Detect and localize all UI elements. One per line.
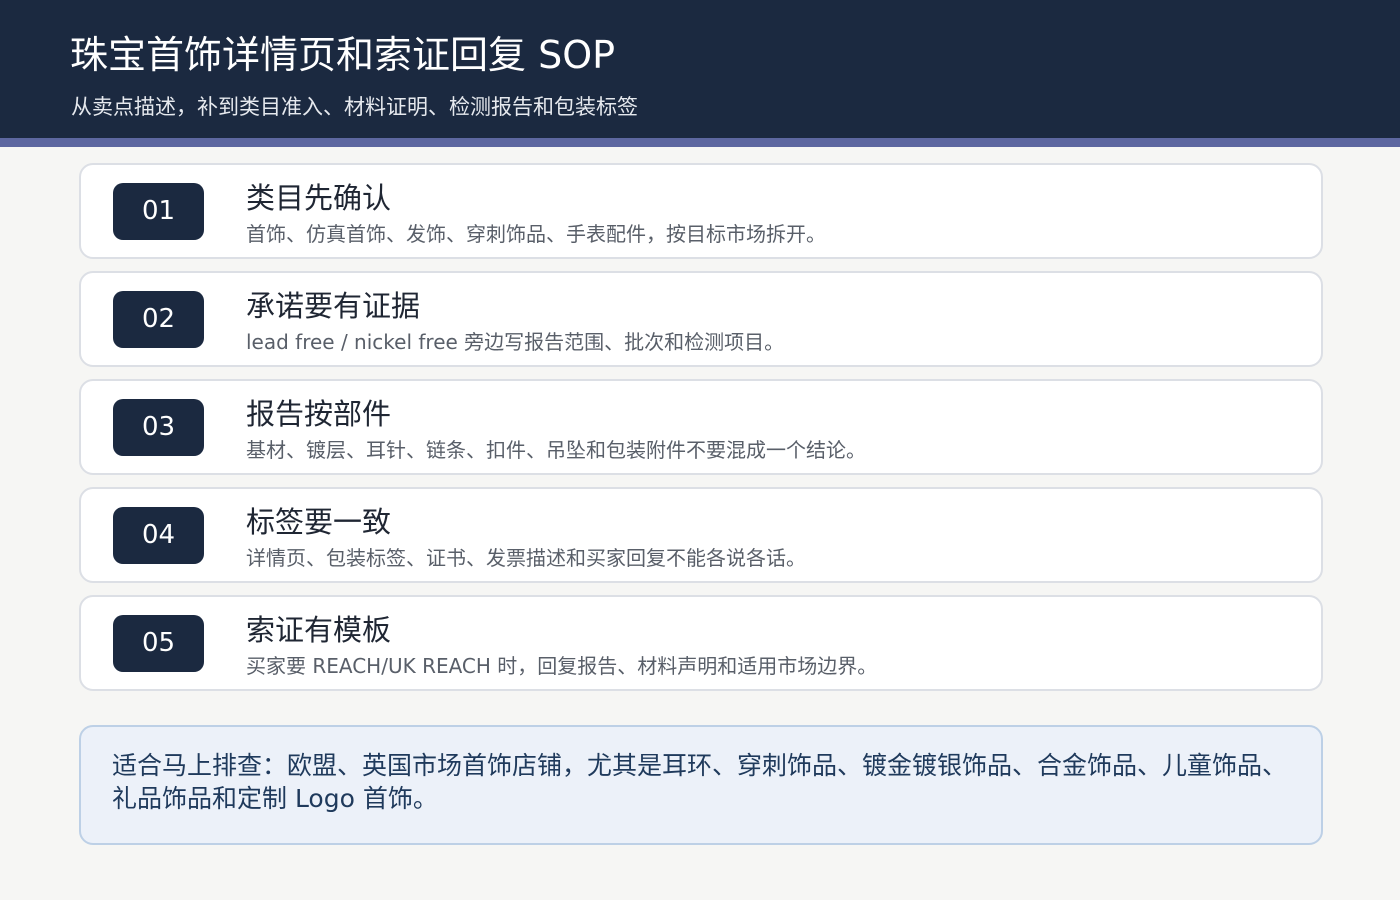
step-title: 索证有模板 bbox=[246, 613, 392, 647]
step-description: 买家要 REACH/UK REACH 时，回复报告、材料声明和适用市场边界。 bbox=[246, 654, 878, 678]
step-title: 类目先确认 bbox=[246, 181, 392, 215]
step-number-badge: 01 bbox=[113, 183, 204, 240]
step-card-01: 01 类目先确认 首饰、仿真首饰、发饰、穿刺饰品、手表配件，按目标市场拆开。 bbox=[79, 163, 1323, 259]
step-description: 基材、镀层、耳针、链条、扣件、吊坠和包装附件不要混成一个结论。 bbox=[246, 438, 866, 462]
step-card-04: 04 标签要一致 详情页、包装标签、证书、发票描述和买家回复不能各说各话。 bbox=[79, 487, 1323, 583]
page-title: 珠宝首饰详情页和索证回复 SOP bbox=[70, 33, 616, 77]
note-box: 适合马上排查：欧盟、英国市场首饰店铺，尤其是耳环、穿刺饰品、镀金镀银饰品、合金饰… bbox=[79, 725, 1323, 845]
step-description: lead free / nickel free 旁边写报告范围、批次和检测项目。 bbox=[246, 330, 785, 354]
step-number-badge: 02 bbox=[113, 291, 204, 348]
step-title: 报告按部件 bbox=[246, 397, 392, 431]
step-title: 标签要一致 bbox=[246, 505, 392, 539]
header-accent-stripe bbox=[0, 138, 1400, 147]
step-description: 详情页、包装标签、证书、发票描述和买家回复不能各说各话。 bbox=[246, 546, 806, 570]
step-card-05: 05 索证有模板 买家要 REACH/UK REACH 时，回复报告、材料声明和… bbox=[79, 595, 1323, 691]
step-number-badge: 04 bbox=[113, 507, 204, 564]
page-header: 珠宝首饰详情页和索证回复 SOP 从卖点描述，补到类目准入、材料证明、检测报告和… bbox=[0, 0, 1400, 138]
step-number-badge: 03 bbox=[113, 399, 204, 456]
steps-list: 01 类目先确认 首饰、仿真首饰、发饰、穿刺饰品、手表配件，按目标市场拆开。 0… bbox=[79, 163, 1323, 703]
step-number-badge: 05 bbox=[113, 615, 204, 672]
step-description: 首饰、仿真首饰、发饰、穿刺饰品、手表配件，按目标市场拆开。 bbox=[246, 222, 826, 246]
step-card-03: 03 报告按部件 基材、镀层、耳针、链条、扣件、吊坠和包装附件不要混成一个结论。 bbox=[79, 379, 1323, 475]
note-text: 适合马上排查：欧盟、英国市场首饰店铺，尤其是耳环、穿刺饰品、镀金镀银饰品、合金饰… bbox=[112, 751, 1288, 813]
step-title: 承诺要有证据 bbox=[246, 289, 421, 323]
step-card-02: 02 承诺要有证据 lead free / nickel free 旁边写报告范… bbox=[79, 271, 1323, 367]
page-subtitle: 从卖点描述，补到类目准入、材料证明、检测报告和包装标签 bbox=[71, 95, 638, 119]
